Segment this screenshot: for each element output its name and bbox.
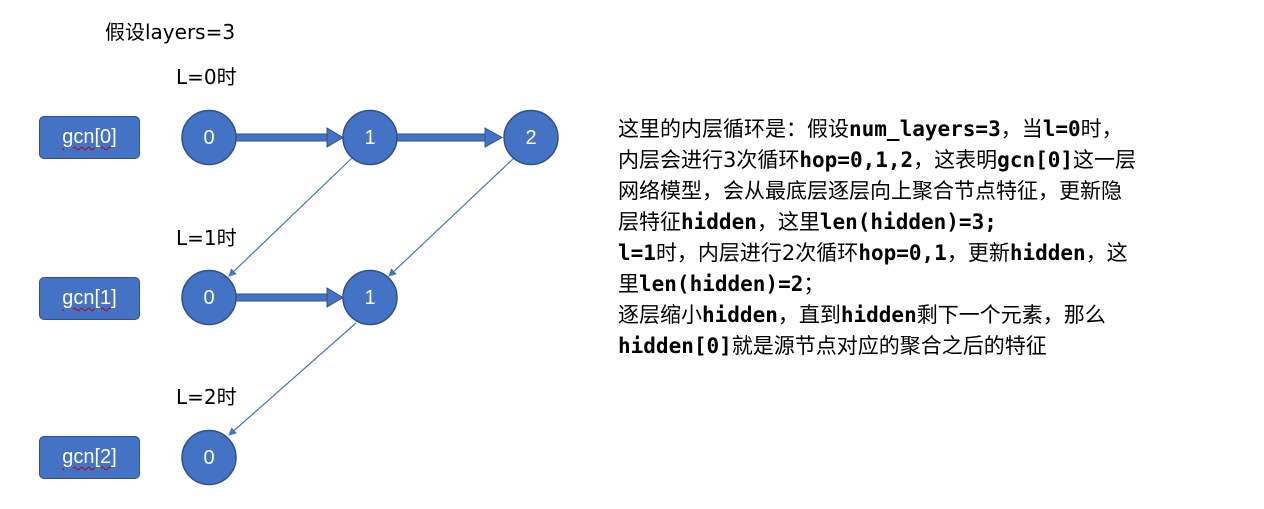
text-fragment: ；	[803, 272, 825, 296]
node-label: 1	[364, 127, 375, 149]
code-fragment: hop=0,1	[858, 241, 947, 265]
thin-arrow-l0-2-to-l1-1	[388, 157, 515, 277]
explanation-line: 网络模型，会从最底层逐层向上聚合节点特征，更新隐	[618, 176, 1258, 207]
code-fragment: hop=0,1,2	[799, 148, 914, 172]
explanation-line: l=1时，内层进行2次循环hop=0,1，更新hidden，这	[618, 238, 1258, 269]
thick-arrow-l0-0-to-1	[235, 127, 344, 148]
text-fragment: 这一层	[1073, 148, 1137, 172]
node-l0-2: 2	[503, 109, 559, 166]
text-fragment: ，更新	[946, 241, 1010, 265]
code-fragment: num_layers=3	[849, 117, 1001, 141]
explanation-line: 这里的内层循环是：假设num_layers=3，当l=0时，	[618, 114, 1258, 145]
code-fragment: hidden	[1009, 241, 1086, 265]
code-fragment: l=1	[618, 241, 656, 265]
text-fragment: ，这里	[756, 210, 820, 234]
node-label: 1	[364, 287, 375, 309]
code-fragment: l=0	[1042, 117, 1081, 141]
text-fragment: 这里的内层循环是：假设	[618, 117, 849, 141]
node-l0-0: 0	[181, 109, 237, 166]
node-label: 0	[203, 447, 214, 469]
explanation-line: 层特征hidden，这里len(hidden)=3;	[618, 207, 1258, 238]
code-fragment: hidden	[681, 210, 757, 234]
text-fragment: 剩下一个元素，那么	[916, 303, 1106, 327]
text-fragment: ，直到	[777, 303, 841, 327]
aggregation-graph: 0 1 2 0 1 0	[181, 109, 559, 486]
code-fragment: len(hidden)=2	[639, 272, 804, 296]
explanation-text: 这里的内层循环是：假设num_layers=3，当l=0时， 内层会进行3次循环h…	[618, 114, 1258, 362]
explanation-line: 逐层缩小hidden，直到hidden剩下一个元素，那么	[618, 300, 1258, 331]
text-fragment: ，当	[1000, 117, 1043, 141]
text-fragment: 时，	[1080, 117, 1123, 141]
text-fragment: 就是源节点对应的聚合之后的特征	[731, 334, 1047, 358]
explanation-line: hidden[0]就是源节点对应的聚合之后的特征	[618, 331, 1258, 362]
explanation-line: 里len(hidden)=2；	[618, 269, 1258, 300]
code-fragment: gcn[0]	[997, 148, 1074, 172]
thin-arrow-l0-1-to-l1-0	[228, 157, 353, 277]
code-fragment: hidden[0]	[618, 334, 732, 358]
node-label: 2	[525, 127, 536, 149]
code-fragment: len(hidden)=3;	[819, 210, 997, 234]
text-fragment: 网络模型，会从最底层逐层向上聚合节点特征，更新隐	[618, 179, 1122, 203]
thick-arrow-l0-1-to-2	[396, 127, 504, 148]
explanation-line: 内层会进行3次循环hop=0,1,2，这表明gcn[0]这一层	[618, 145, 1258, 176]
code-fragment: hidden	[702, 303, 778, 327]
text-fragment: 里	[618, 272, 639, 296]
node-l2-0: 0	[181, 429, 237, 486]
code-fragment: hidden	[840, 303, 917, 327]
node-label: 0	[203, 127, 214, 149]
node-label: 0	[203, 287, 214, 309]
text-fragment: ，这	[1085, 241, 1128, 265]
text-fragment: 内层会进行3次循环	[618, 148, 800, 172]
node-l1-0: 0	[181, 269, 237, 326]
node-l1-1: 1	[342, 269, 398, 326]
node-l0-1: 1	[342, 109, 398, 166]
text-fragment: ，这表明	[913, 148, 998, 172]
text-fragment: 逐层缩小	[618, 303, 702, 327]
thick-arrow-l1-0-to-1	[235, 287, 344, 308]
thin-arrow-l1-1-to-l2-0	[228, 322, 357, 436]
text-fragment: 时，内层进行2次循环	[655, 241, 859, 265]
text-fragment: 层特征	[618, 210, 681, 234]
